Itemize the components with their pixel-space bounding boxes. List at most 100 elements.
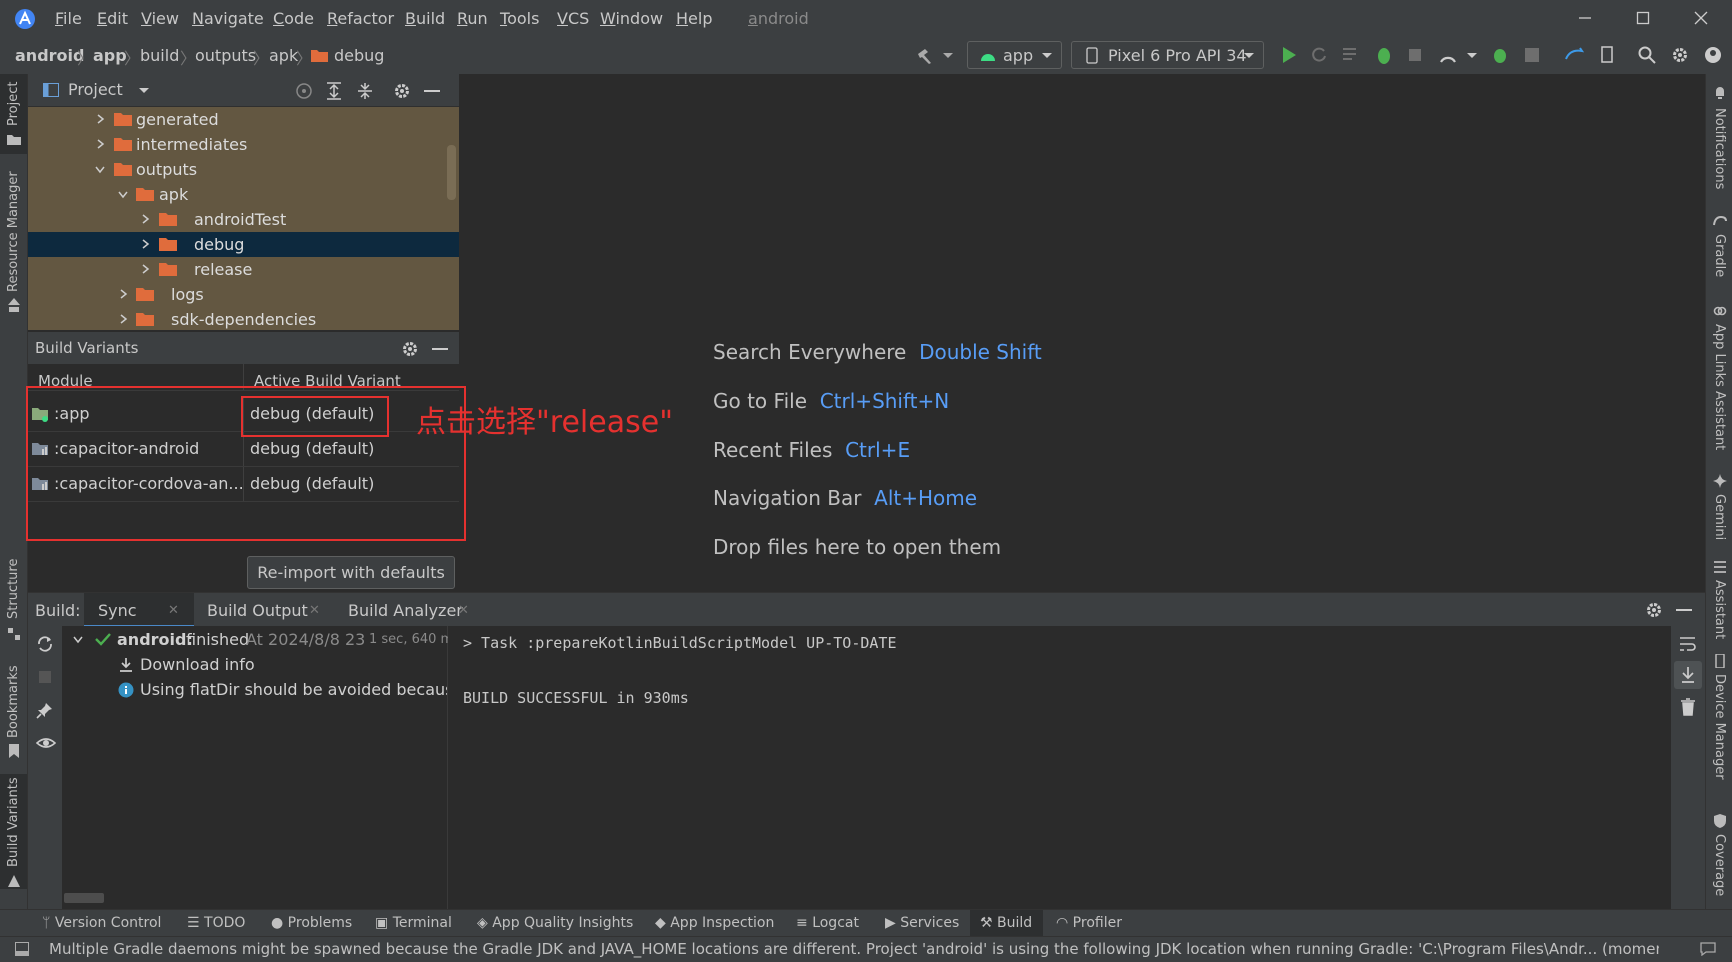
build-tree-root[interactable]: android: finished At 2024/8/8 23 1 sec, …	[62, 626, 460, 652]
collapse-all-icon[interactable]	[357, 82, 373, 100]
close-icon[interactable]: ✕	[168, 603, 179, 618]
build-console[interactable]: > Task :prepareKotlinBuildScriptModel UP…	[448, 626, 1671, 909]
gear-icon[interactable]	[401, 340, 419, 358]
tab-bookmarks[interactable]: Bookmarks	[6, 665, 21, 738]
chevron-right-icon[interactable]	[139, 213, 151, 225]
tree-item-apk[interactable]: apk	[28, 182, 459, 207]
menu-navigate[interactable]: Navigate	[192, 9, 264, 28]
refresh-icon[interactable]	[36, 635, 54, 653]
maximize-icon[interactable]	[1635, 10, 1651, 26]
menu-help[interactable]: Help	[676, 9, 712, 28]
tree-item-logs[interactable]: logs	[28, 282, 459, 307]
editor-empty-area[interactable]: Search Everywhere Double Shift Go to Fil…	[460, 74, 1705, 591]
toolwindow-profiler[interactable]: ◠ Profiler	[1056, 915, 1122, 931]
device-manager-icon[interactable]	[1599, 46, 1617, 64]
minimize-icon[interactable]	[1577, 10, 1593, 26]
chevron-right-icon[interactable]	[117, 313, 129, 325]
toolwindow-problems[interactable]: ● Problems	[271, 915, 352, 931]
reimport-defaults-button[interactable]: Re-import with defaults	[247, 556, 455, 589]
profile-icon[interactable]	[1439, 46, 1457, 64]
horizontal-scrollbar[interactable]	[64, 893, 104, 903]
close-icon[interactable]: ✕	[458, 603, 469, 618]
breadcrumb-debug[interactable]: debug	[334, 46, 384, 65]
tree-item-androidtest[interactable]: androidTest	[28, 207, 459, 232]
debug-icon[interactable]	[1375, 45, 1393, 65]
tab-build-output[interactable]: Build Output ✕	[193, 593, 328, 627]
gradle-sync-icon[interactable]	[1564, 45, 1586, 65]
breadcrumb-android[interactable]: android	[15, 46, 84, 65]
tab-gradle[interactable]: Gradle	[1712, 234, 1727, 277]
breadcrumb-app[interactable]: app	[93, 46, 127, 65]
tab-resource-manager[interactable]: Resource Manager	[6, 171, 21, 292]
chevron-down-icon[interactable]	[1467, 52, 1477, 60]
run-icon[interactable]	[1281, 46, 1297, 64]
pin-icon[interactable]	[36, 701, 54, 719]
toolwindow-terminal[interactable]: ▣ Terminal	[375, 915, 452, 931]
eye-icon[interactable]	[36, 735, 56, 751]
notification-icon[interactable]	[1700, 942, 1716, 956]
trash-icon[interactable]	[1680, 698, 1696, 716]
menu-view[interactable]: View	[141, 9, 179, 28]
chevron-right-icon[interactable]	[139, 238, 151, 250]
select-opened-file-icon[interactable]	[295, 82, 313, 100]
tab-build-analyzer[interactable]: Build Analyzer ✕	[334, 593, 479, 627]
gear-icon[interactable]	[1645, 601, 1663, 619]
tree-item-debug[interactable]: debug	[28, 232, 459, 257]
menu-vcs[interactable]: VCS	[557, 9, 589, 28]
toolwindow-services[interactable]: ▶ Services	[885, 915, 959, 931]
toolwindow-logcat[interactable]: ≡ Logcat	[796, 915, 859, 931]
toolwindow-app-inspection[interactable]: ◆ App Inspection	[655, 915, 774, 931]
chevron-down-icon[interactable]	[72, 633, 84, 645]
hide-panel-icon[interactable]	[432, 348, 448, 351]
account-icon[interactable]	[1704, 46, 1722, 64]
tree-item-release[interactable]: release	[28, 257, 459, 282]
toolwindow-build[interactable]: ⚒ Build	[980, 915, 1032, 931]
build-tree-item[interactable]: Using flatDir should be avoided because …	[62, 677, 447, 702]
hammer-icon[interactable]	[915, 46, 935, 66]
toolwindow-version-control[interactable]: ᛘ Version Control	[42, 915, 161, 931]
breadcrumb-apk[interactable]: apk	[269, 46, 298, 65]
chevron-down-icon[interactable]	[94, 163, 106, 175]
device-dropdown[interactable]: Pixel 6 Pro API 34	[1071, 41, 1264, 69]
chevron-down-icon[interactable]	[139, 87, 149, 95]
chevron-right-icon[interactable]	[117, 288, 129, 300]
tab-build-variants[interactable]: Build Variants	[6, 777, 21, 867]
close-icon[interactable]	[1693, 10, 1709, 26]
gear-icon[interactable]	[393, 82, 411, 100]
soft-wrap-icon[interactable]	[1679, 636, 1697, 652]
tab-structure[interactable]: Structure	[6, 559, 21, 619]
menu-build[interactable]: Build	[405, 9, 445, 28]
search-icon[interactable]	[1638, 46, 1656, 64]
attach-debugger-icon[interactable]	[1407, 46, 1425, 64]
expand-all-icon[interactable]	[326, 82, 342, 100]
menu-refactor[interactable]: Refactor	[327, 9, 394, 28]
menu-run[interactable]: Run	[457, 9, 488, 28]
menu-window[interactable]: Window	[600, 9, 663, 28]
gear-icon[interactable]	[1671, 46, 1689, 64]
menu-tools[interactable]: Tools	[500, 9, 539, 28]
tab-device-manager[interactable]: Device Manager	[1712, 674, 1727, 780]
tab-app-links-assistant[interactable]: App Links Assistant	[1712, 324, 1727, 450]
breadcrumb-outputs[interactable]: outputs	[195, 46, 256, 65]
tab-gemini[interactable]: Gemini	[1712, 494, 1727, 540]
tab-sync[interactable]: Sync ✕	[84, 593, 194, 627]
hide-panel-icon[interactable]	[1676, 609, 1692, 612]
run-config-dropdown[interactable]: app	[967, 41, 1062, 69]
toolwindow-todo[interactable]: ☰ TODO	[187, 915, 245, 931]
tree-item-outputs[interactable]: outputs	[28, 157, 459, 182]
tree-item-sdk-dependencies[interactable]: sdk-dependencies	[28, 307, 459, 330]
build-tree-item[interactable]: Download info	[62, 652, 447, 677]
chevron-right-icon[interactable]	[139, 263, 151, 275]
chevron-right-icon[interactable]	[94, 113, 106, 125]
apply-code-changes-icon[interactable]	[1342, 47, 1360, 63]
tree-scrollbar[interactable]	[447, 145, 456, 200]
breadcrumb-build[interactable]: build	[140, 46, 179, 65]
tree-item-generated[interactable]: generated	[28, 107, 459, 132]
chevron-down-icon[interactable]	[117, 188, 129, 200]
menu-file[interactable]: File	[55, 9, 82, 28]
tab-project[interactable]: Project	[6, 82, 21, 126]
chevron-down-icon[interactable]	[943, 52, 953, 60]
toolwindow-app-quality-insights[interactable]: ◈ App Quality Insights	[477, 915, 633, 931]
tab-assistant[interactable]: Assistant	[1712, 580, 1727, 639]
menu-code[interactable]: Code	[273, 9, 314, 28]
